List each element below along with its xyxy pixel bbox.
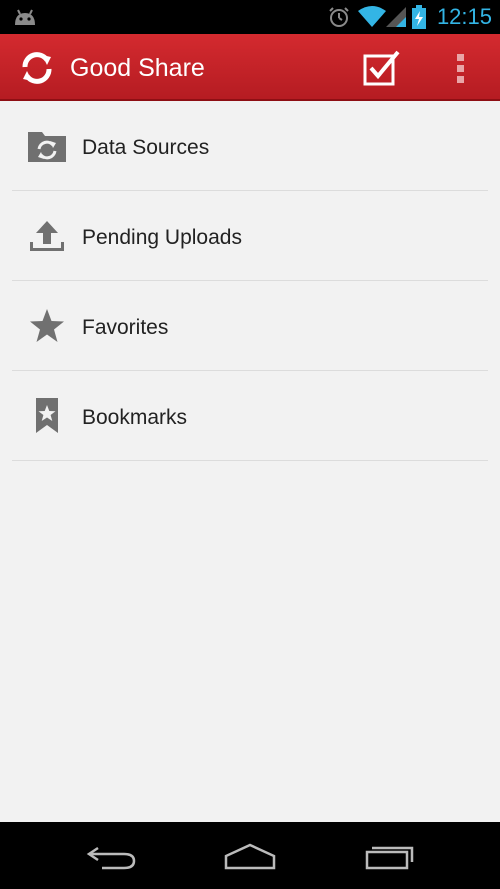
battery-charging-icon bbox=[412, 5, 426, 29]
action-bar: Good Share bbox=[0, 34, 500, 101]
menu-item-favorites[interactable]: Favorites bbox=[12, 281, 488, 371]
status-bar: 12:15 bbox=[0, 0, 500, 34]
home-icon bbox=[224, 843, 276, 870]
home-button[interactable] bbox=[220, 840, 280, 874]
recents-button[interactable] bbox=[360, 840, 420, 874]
android-icon bbox=[15, 9, 35, 25]
alarm-icon bbox=[329, 7, 349, 27]
recents-icon bbox=[365, 846, 414, 870]
menu-item-label: Bookmarks bbox=[82, 406, 188, 429]
upload-icon bbox=[30, 221, 64, 251]
back-icon bbox=[86, 846, 136, 870]
content-area: Data Sources Pending Uploads Favorites B… bbox=[0, 101, 500, 822]
select-checkbox-icon bbox=[363, 50, 400, 86]
bookmark-icon bbox=[36, 398, 58, 433]
back-button[interactable] bbox=[82, 840, 142, 874]
status-clock: 12:15 bbox=[436, 4, 492, 29]
menu-item-label: Pending Uploads bbox=[82, 226, 242, 249]
menu-item-label: Data Sources bbox=[82, 136, 210, 159]
menu-list: Data Sources Pending Uploads Favorites B… bbox=[12, 101, 488, 461]
menu-item-label: Favorites bbox=[82, 316, 169, 339]
select-button[interactable] bbox=[362, 48, 402, 88]
overflow-menu-icon bbox=[457, 54, 464, 83]
menu-item-pending-uploads[interactable]: Pending Uploads bbox=[12, 191, 488, 281]
star-icon bbox=[30, 309, 64, 342]
sync-folder-icon bbox=[28, 132, 66, 162]
wifi-icon bbox=[358, 6, 386, 27]
menu-item-data-sources[interactable]: Data Sources bbox=[12, 101, 488, 191]
signal-icon bbox=[386, 7, 406, 27]
overflow-menu-button[interactable] bbox=[446, 48, 476, 88]
sync-app-icon[interactable] bbox=[20, 51, 54, 85]
navigation-bar bbox=[0, 822, 500, 889]
app-title: Good Share bbox=[70, 54, 205, 82]
menu-item-bookmarks[interactable]: Bookmarks bbox=[12, 371, 488, 461]
